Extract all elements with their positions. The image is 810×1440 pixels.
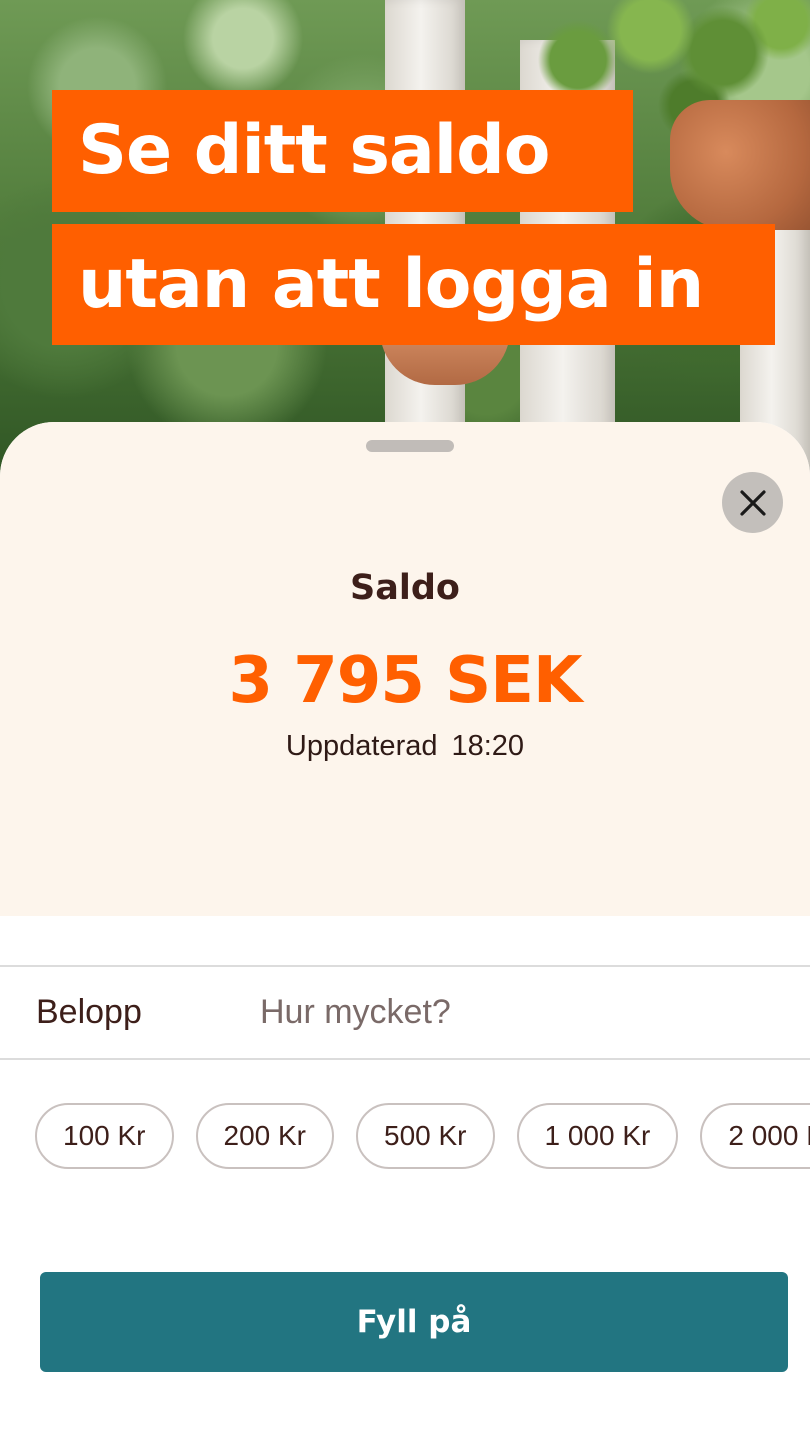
amount-chip[interactable]: 2 000 Kr — [700, 1103, 810, 1169]
updated-timestamp: Uppdaterad 18:20 — [0, 730, 810, 763]
amount-chip[interactable]: 500 Kr — [356, 1103, 495, 1169]
flower-pot — [670, 100, 810, 230]
headline-text: Se ditt saldo — [78, 111, 550, 190]
updated-time: 18:20 — [451, 730, 525, 762]
hero-image: Se ditt saldo utan att logga in — [0, 0, 810, 480]
headline-text: utan att logga in — [78, 244, 704, 324]
headline-line-1: Se ditt saldo — [52, 90, 633, 212]
updated-label: Uppdaterad — [285, 730, 438, 762]
balance-sheet: Saldo 3 795 SEK Uppdaterad 18:20 Belopp 1… — [0, 422, 810, 1440]
amount-input[interactable] — [240, 977, 780, 1048]
fill-up-button[interactable]: Fyll på — [40, 1272, 788, 1372]
close-icon — [739, 489, 767, 517]
saldo-amount: 3 795 SEK — [228, 644, 582, 718]
amount-row: Belopp — [0, 967, 810, 1058]
amount-chip[interactable]: 200 Kr — [195, 1103, 334, 1169]
amount-chips: 100 Kr 200 Kr 500 Kr 1 000 Kr 2 000 Kr — [35, 1103, 810, 1175]
divider — [0, 1058, 810, 1060]
amount-chip[interactable]: 1 000 Kr — [516, 1103, 679, 1169]
headline-line-2: utan att logga in — [52, 224, 775, 345]
drag-handle[interactable] — [366, 440, 454, 452]
close-button[interactable] — [722, 472, 783, 533]
amount-label: Belopp — [36, 993, 142, 1031]
saldo-label: Saldo — [350, 568, 460, 608]
fill-up-label: Fyll på — [356, 1304, 472, 1340]
balance-panel: Saldo 3 795 SEK Uppdaterad 18:20 — [0, 422, 810, 916]
amount-chip[interactable]: 100 Kr — [35, 1103, 174, 1169]
